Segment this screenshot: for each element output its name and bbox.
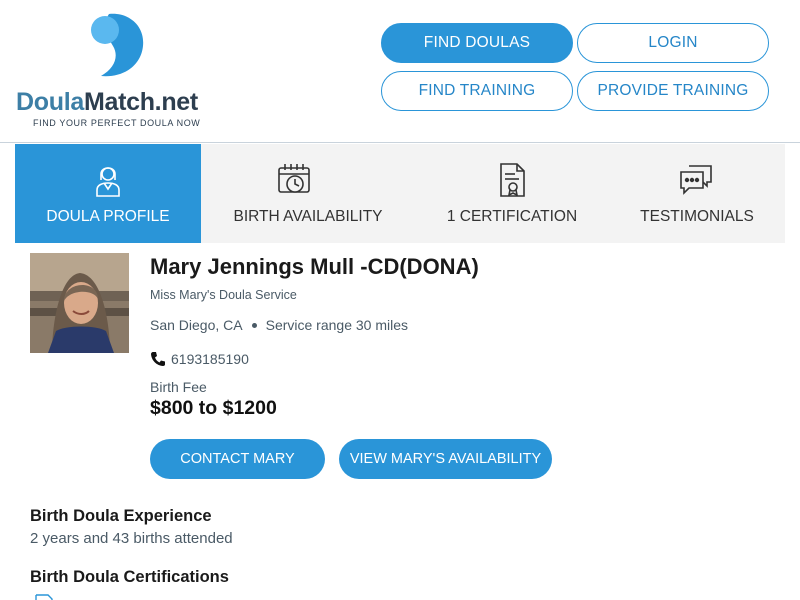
tab-label: TESTIMONIALS	[640, 208, 754, 225]
login-button[interactable]: LOGIN	[577, 23, 769, 63]
provide-training-button[interactable]: PROVIDE TRAINING	[577, 71, 769, 111]
phone-number[interactable]: 6193185190	[171, 351, 249, 367]
service-name: Miss Mary's Doula Service	[150, 288, 297, 302]
chat-bubbles-icon	[680, 165, 712, 195]
site-header: DoulaMatch.net FIND YOUR PERFECT DOULA N…	[0, 0, 800, 143]
tab-label: DOULA PROFILE	[46, 208, 170, 225]
find-doulas-button[interactable]: FIND DOULAS	[381, 23, 573, 63]
contact-button[interactable]: CONTACT MARY	[150, 439, 325, 479]
experience-text: 2 years and 43 births attended	[30, 530, 233, 547]
calendar-clock-icon	[278, 164, 310, 193]
certificate-icon	[500, 163, 525, 197]
logo-wordmark: DoulaMatch.net	[16, 88, 198, 116]
view-availability-button[interactable]: VIEW MARY'S AVAILABILITY	[339, 439, 552, 479]
experience-heading: Birth Doula Experience	[30, 507, 212, 525]
site-logo[interactable]: DoulaMatch.net FIND YOUR PERFECT DOULA N…	[16, 12, 221, 132]
logo-mark-icon	[91, 13, 144, 77]
tab-label: 1 CERTIFICATION	[446, 208, 578, 225]
tab-certification[interactable]: 1 CERTIFICATION	[415, 144, 609, 243]
location-text: San Diego, CA	[150, 317, 243, 333]
doula-profile-icon	[96, 167, 120, 197]
profile-tabs: DOULA PROFILE BIRTH AVAILABILITY 1 CERTI…	[15, 144, 785, 243]
tab-doula-profile[interactable]: DOULA PROFILE	[15, 144, 201, 243]
doula-photo	[30, 253, 129, 353]
location-row: San Diego, CA Service range 30 miles	[150, 317, 408, 333]
doula-name: Mary Jennings Mull -CD(DONA)	[150, 254, 479, 279]
birth-fee-value: $800 to $1200	[150, 397, 277, 419]
logo-tagline: FIND YOUR PERFECT DOULA NOW	[33, 118, 201, 128]
tab-label: BIRTH AVAILABILITY	[233, 208, 383, 225]
find-training-button[interactable]: FIND TRAINING	[381, 71, 573, 111]
phone-icon	[151, 352, 165, 366]
phone-row[interactable]: 6193185190	[150, 351, 249, 367]
separator-dot	[251, 322, 257, 328]
tab-birth-availability[interactable]: BIRTH AVAILABILITY	[201, 144, 415, 243]
tab-testimonials[interactable]: TESTIMONIALS	[609, 144, 785, 243]
certificate-icon	[35, 594, 53, 600]
service-range-text: Service range 30 miles	[265, 317, 409, 333]
birth-fee-label: Birth Fee	[150, 379, 207, 395]
certifications-heading: Birth Doula Certifications	[30, 568, 229, 586]
